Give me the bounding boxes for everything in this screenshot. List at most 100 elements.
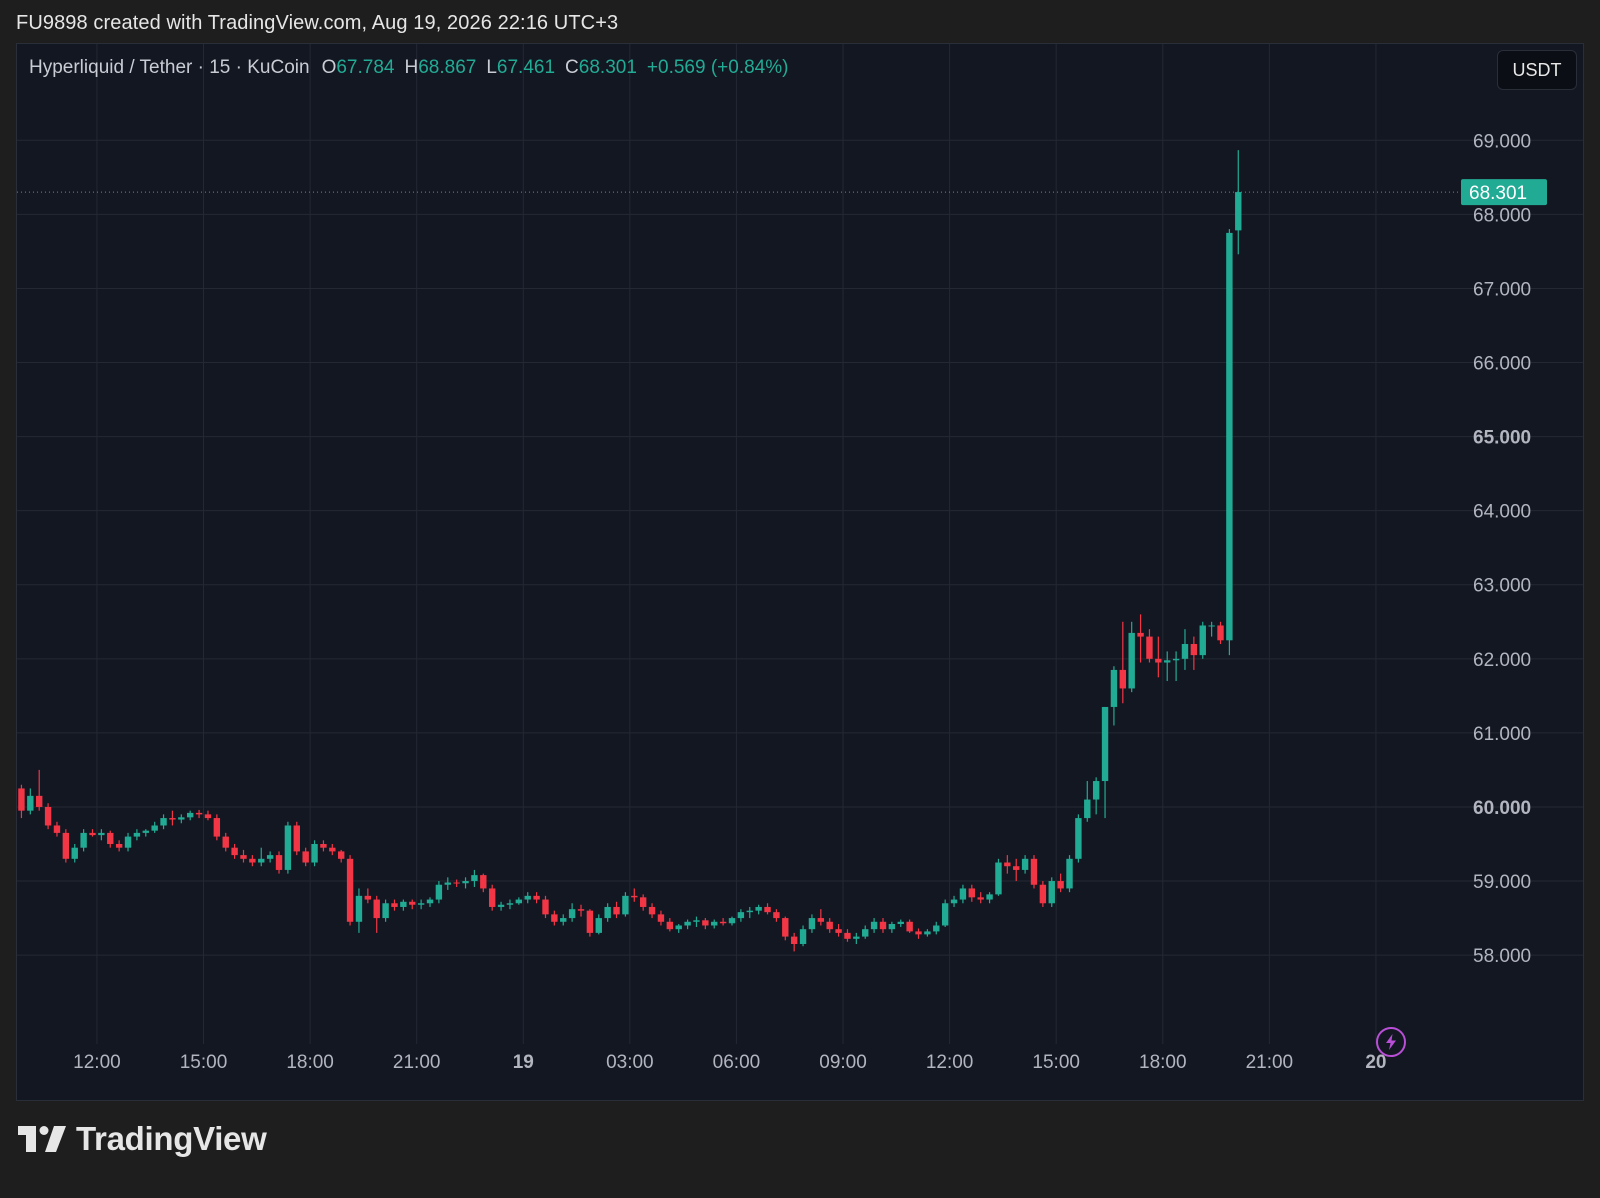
candlestick-chart[interactable]: 68.301 58.000 59.000 60.000 61.000 62.000 63.… (17, 44, 1583, 1100)
candle-body (853, 936, 860, 939)
price-tick-label: 59.000 (1473, 872, 1531, 893)
tradingview-logo[interactable]: TradingView (18, 1120, 267, 1158)
candle-body (986, 894, 993, 900)
currency-button[interactable]: USDT (1497, 50, 1577, 90)
candle-body (551, 914, 558, 922)
candle-body (488, 888, 496, 907)
candle-body (648, 906, 656, 915)
candle-body (453, 882, 460, 884)
candle-body (195, 812, 203, 815)
candle-body (1075, 818, 1082, 859)
candle-body (222, 836, 229, 848)
candle-body (364, 895, 372, 900)
candle-body (995, 862, 1002, 895)
candle-body (18, 788, 25, 811)
candle-body (444, 882, 451, 885)
candle-body (657, 914, 665, 922)
candle-body (613, 906, 620, 915)
candle-body (160, 818, 167, 826)
candle-body (98, 832, 105, 836)
price-tick-label: 69.000 (1473, 131, 1531, 152)
candle-body (959, 888, 967, 900)
change-value: +0.569 (+0.84%) (646, 57, 789, 78)
candle-body (258, 858, 265, 863)
lightning-bolt-icon[interactable] (1376, 1027, 1406, 1057)
candle-body (577, 909, 585, 911)
candle-body (27, 795, 34, 811)
candle-body (515, 899, 523, 904)
candle-body (89, 832, 96, 836)
candle-body (320, 844, 327, 848)
candle-body (373, 899, 380, 919)
price-tick-label: 65.000 (1473, 428, 1531, 449)
candle-body (826, 921, 833, 930)
candle-body (568, 909, 576, 919)
symbol-name[interactable]: Hyperliquid / Tether · 15 · KuCoin (29, 57, 310, 78)
candle-body (639, 897, 647, 907)
candle-body (1155, 658, 1162, 663)
price-tick-label: 62.000 (1473, 650, 1531, 671)
candle-body (1190, 644, 1198, 656)
candle-body (524, 895, 531, 900)
candle-body (835, 929, 842, 933)
price-axis: 58.000 59.000 60.000 61.000 62.000 63.000 64.0… (1473, 131, 1531, 967)
candle-body (977, 897, 984, 900)
candle-body (844, 932, 851, 939)
candle-body (213, 818, 221, 837)
candle-body (1057, 881, 1064, 889)
attribution-text: FU9898 created with TradingView.com, Aug… (16, 12, 619, 34)
time-tick-label: 18:00 (1139, 1052, 1187, 1073)
candle-body (275, 855, 283, 870)
symbol-legend: Hyperliquid / Tether · 15 · KuCoin O67.78… (29, 57, 788, 79)
candle-body (782, 918, 789, 937)
close-label: C (565, 57, 579, 78)
price-tick-label: 66.000 (1473, 354, 1531, 375)
candle-body (622, 895, 629, 915)
candle-body (666, 921, 674, 930)
low-value: 67.461 (496, 57, 556, 78)
candle-body (337, 851, 345, 859)
candle-body (888, 924, 896, 930)
candle-body (1030, 858, 1038, 885)
candle-body (80, 832, 87, 848)
candle-body (711, 921, 718, 926)
candle-body (1217, 625, 1224, 641)
last-price-line: 68.301 (17, 179, 1547, 206)
candle-body (737, 912, 745, 919)
candle-body (1181, 644, 1189, 659)
chart-panel[interactable]: 68.301 58.000 59.000 60.000 61.000 62.000 63.… (16, 43, 1584, 1101)
price-tick-label: 68.000 (1473, 205, 1531, 226)
candle-body (36, 795, 43, 807)
time-tick-label: 12:00 (926, 1052, 974, 1073)
candle-body (355, 895, 363, 922)
candle-body (1172, 658, 1180, 661)
candle-body (808, 918, 816, 930)
candle-body (187, 812, 194, 818)
time-tick-label: 09:00 (819, 1052, 867, 1073)
candle-body (480, 875, 487, 889)
low-label: L (486, 57, 497, 78)
candle-body (1066, 858, 1073, 889)
candle-body (133, 832, 141, 837)
last-price-label: 68.301 (1469, 183, 1527, 204)
candle-body (169, 818, 176, 820)
candle-body (693, 920, 700, 922)
candle-body (240, 855, 247, 859)
time-tick-label: 06:00 (713, 1052, 761, 1073)
candle-body (62, 832, 70, 859)
candle-body (293, 825, 300, 852)
candle-body (1146, 636, 1153, 659)
price-tick-label: 67.000 (1473, 279, 1531, 300)
candle-body (53, 825, 61, 833)
candle-body (1101, 706, 1109, 782)
open-label: O (321, 57, 337, 78)
time-tick-label: 12:00 (73, 1052, 121, 1073)
high-label: H (404, 57, 419, 78)
candle-body (1039, 884, 1047, 904)
high-value: 68.867 (418, 57, 477, 78)
time-tick-label: 03:00 (606, 1052, 654, 1073)
candle-body (44, 806, 52, 826)
candle-body (968, 888, 976, 898)
candle-body (1199, 625, 1206, 656)
candle-body (1235, 192, 1242, 231)
